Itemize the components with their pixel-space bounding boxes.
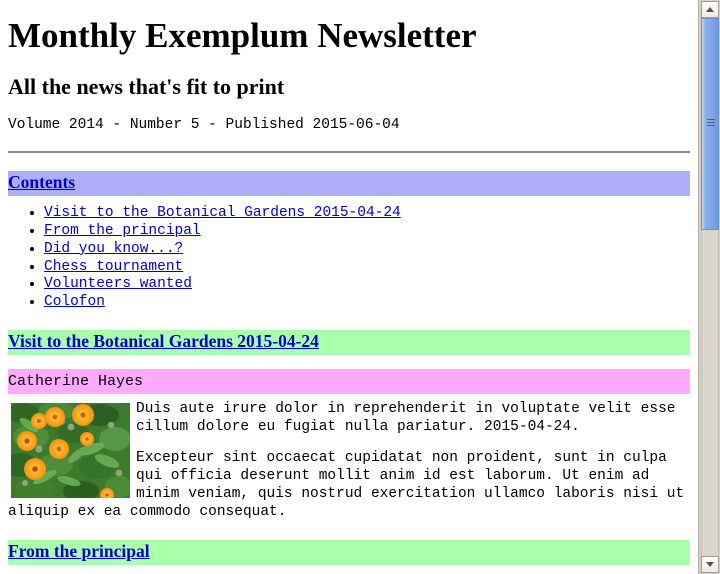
masthead-divider bbox=[8, 151, 690, 154]
scroll-up-button[interactable] bbox=[701, 1, 719, 18]
contents-heading-link[interactable]: Contents bbox=[8, 172, 75, 192]
page-subtitle: All the news that's fit to print bbox=[8, 73, 285, 99]
browser-viewport: Monthly Exemplum Newsletter All the news… bbox=[0, 0, 720, 574]
scrollbar-grip-icon bbox=[707, 119, 715, 128]
list-item: From the principal bbox=[44, 223, 690, 241]
toc-link-botanical-gardens[interactable]: Visit to the Botanical Gardens 2015-04-2… bbox=[44, 205, 401, 221]
article-heading-link-from-the-principal[interactable]: From the principal bbox=[8, 541, 150, 561]
article-author-bar: Catherine Hayes bbox=[8, 368, 690, 394]
list-item: Visit to the Botanical Gardens 2015-04-2… bbox=[44, 205, 690, 223]
article-heading: From the principal bbox=[8, 541, 690, 563]
article-heading: Visit to the Botanical Gardens 2015-04-2… bbox=[8, 331, 690, 353]
toc-link-chess-tournament[interactable]: Chess tournament bbox=[44, 259, 183, 275]
toc-link-from-the-principal[interactable]: From the principal bbox=[44, 223, 201, 239]
vertical-scrollbar[interactable] bbox=[698, 0, 720, 574]
newsletter-page: Monthly Exemplum Newsletter All the news… bbox=[0, 0, 698, 574]
article-heading-bar: Visit to the Botanical Gardens 2015-04-2… bbox=[8, 329, 690, 355]
scrollbar-thumb[interactable] bbox=[701, 18, 719, 230]
toc-link-did-you-know[interactable]: Did you know...? bbox=[44, 241, 183, 257]
article-author: Catherine Hayes bbox=[8, 372, 144, 390]
chevron-up-icon bbox=[706, 7, 714, 12]
list-item: Volunteers wanted bbox=[44, 276, 690, 294]
list-item: Colofon bbox=[44, 294, 690, 312]
article-body: Duis aute irure dolor in reprehenderit i… bbox=[8, 401, 690, 522]
scroll-down-button[interactable] bbox=[701, 556, 719, 573]
toc-link-volunteers-wanted[interactable]: Volunteers wanted bbox=[44, 276, 192, 292]
article-photo bbox=[11, 402, 130, 498]
flowers-photo-graphic bbox=[11, 402, 130, 498]
toc-link-colofon[interactable]: Colofon bbox=[44, 294, 105, 310]
chevron-down-icon bbox=[706, 562, 714, 567]
issue-meta: Volume 2014 - Number 5 - Published 2015-… bbox=[8, 116, 400, 133]
article-heading-bar: From the principal bbox=[8, 539, 690, 565]
page-title: Monthly Exemplum Newsletter bbox=[8, 16, 477, 55]
list-item: Chess tournament bbox=[44, 259, 690, 277]
contents-heading: Contents bbox=[8, 172, 690, 194]
list-item: Did you know...? bbox=[44, 241, 690, 259]
article-heading-link-botanical-gardens[interactable]: Visit to the Botanical Gardens 2015-04-2… bbox=[8, 331, 319, 351]
contents-heading-bar: Contents bbox=[8, 171, 690, 197]
table-of-contents: Visit to the Botanical Gardens 2015-04-2… bbox=[8, 205, 690, 312]
